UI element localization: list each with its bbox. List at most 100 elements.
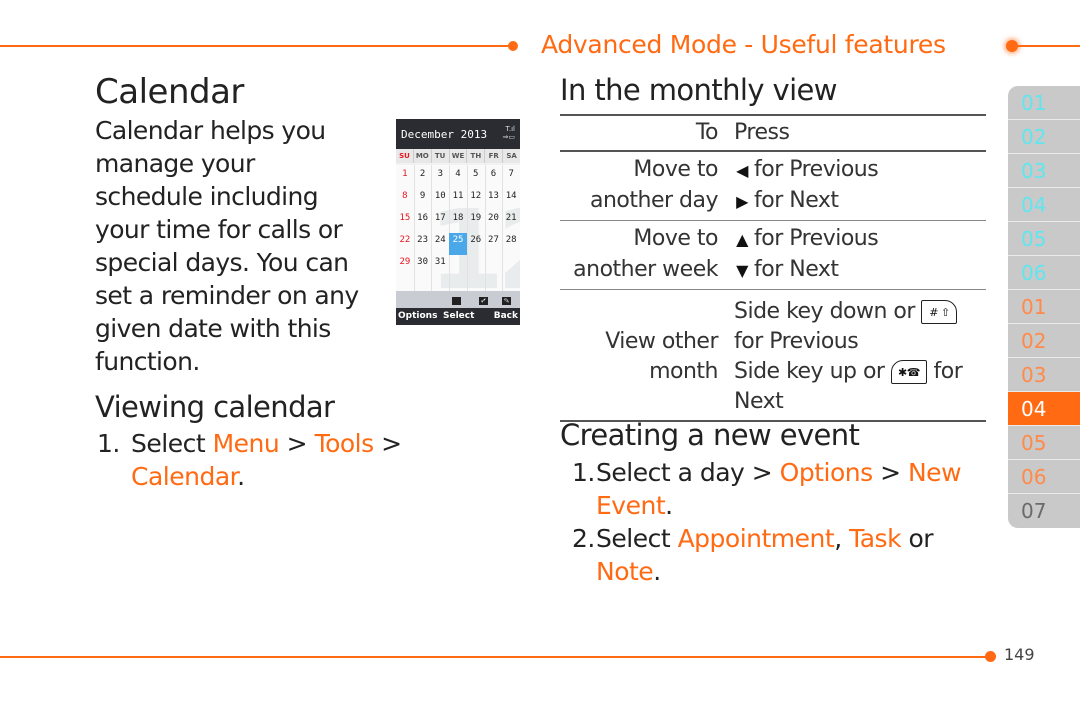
step-number: 2. <box>572 524 595 553</box>
intro-line: your time for calls or <box>95 215 343 244</box>
step-text: Select <box>596 524 678 553</box>
chapter-tab-01[interactable]: 01 <box>1008 290 1080 324</box>
chapter-tab-03[interactable]: 03 <box>1008 154 1080 188</box>
footer-dot-icon <box>985 651 996 662</box>
calendar-day: 11 <box>452 191 464 201</box>
calendar-day: 31 <box>434 257 446 267</box>
chapter-tab-07[interactable]: 07 <box>1008 494 1080 528</box>
calendar-day: 30 <box>417 257 428 267</box>
weekday: FR <box>485 149 504 163</box>
left-arrow-key-icon: ◀ <box>736 161 748 180</box>
right-arrow-key-icon: ▶ <box>736 192 748 211</box>
intro-line: special days. You can <box>95 248 349 277</box>
calendar-day: 24 <box>434 235 446 245</box>
chapter-tab-05[interactable]: 05 <box>1008 426 1080 460</box>
viewing-heading: Viewing calendar <box>95 390 335 424</box>
calendar-day: 17 <box>434 213 446 223</box>
to-line: month <box>649 359 718 384</box>
intro-line: function. <box>95 347 200 376</box>
page-title: Calendar <box>95 72 244 112</box>
calendar-day: 4 <box>455 169 461 179</box>
page-number: 149 <box>1004 645 1035 664</box>
calendar-day: 3 <box>437 169 443 179</box>
creating-heading: Creating a new event <box>560 418 860 452</box>
calendar-week-row: 22 23 24 25 26 27 28 <box>396 233 520 255</box>
softkey-back: Back <box>493 311 518 321</box>
chapter-tab-04[interactable]: 04 <box>1008 188 1080 222</box>
star-key-icon: ✱☎ <box>890 360 927 384</box>
press-text: for Next <box>754 257 839 282</box>
calendar-day: 6 <box>490 169 497 179</box>
weekday: SA <box>506 152 517 160</box>
calendar-day: 19 <box>470 213 482 223</box>
calendar-week-row: 8 9 10 11 12 13 14 <box>396 189 520 211</box>
separator: > <box>373 429 402 458</box>
chapter-tab-01[interactable]: 01 <box>1008 86 1080 120</box>
period: . <box>653 557 661 586</box>
calendar-day: 25 <box>449 233 467 255</box>
event-keyword: Event <box>596 491 666 520</box>
press-text: Side key up or <box>734 359 885 384</box>
tools-keyword: Tools <box>314 429 375 458</box>
calendar-day <box>467 255 485 277</box>
step-number: 1. <box>572 458 595 487</box>
calendar-day: 8 <box>402 191 408 201</box>
calendar-week-row: 15 16 17 18 19 20 21 <box>396 211 520 233</box>
to-line: View other <box>605 329 718 354</box>
press-text: for Previous <box>754 226 879 251</box>
header-dot-icon <box>508 41 518 51</box>
calendar-day <box>485 255 503 277</box>
calendar-day: 29 <box>399 257 411 267</box>
press-text: Next <box>734 389 784 414</box>
separator: > <box>279 429 315 458</box>
chapter-tab-06[interactable]: 06 <box>1008 256 1080 290</box>
intro-line: manage your <box>95 149 255 178</box>
table-row: View other month Side key down or # ⇧ fo… <box>560 290 986 420</box>
menu-keyword: Menu <box>212 429 280 458</box>
calendar-day: 10 <box>434 191 446 201</box>
chapter-tab-06[interactable]: 06 <box>1008 460 1080 494</box>
calendar-day: 2 <box>419 169 426 179</box>
intro-line: schedule including <box>95 182 319 211</box>
calendar-day <box>502 255 520 277</box>
header-rule-left <box>0 45 512 47</box>
weekday: TU <box>432 149 450 163</box>
separator: , <box>834 524 850 553</box>
calendar-day: 16 <box>417 213 428 223</box>
calendar-day: 22 <box>399 235 411 245</box>
to-text: another week <box>573 257 718 282</box>
calendar-day: 21 <box>505 213 517 223</box>
press-text: for <box>933 359 963 384</box>
calendar-day: 9 <box>419 191 426 201</box>
battery-icon: ⇒▭ <box>502 133 515 141</box>
calendar-day: 26 <box>470 235 482 245</box>
creating-step-2: 2.Select Appointment, Task or <box>572 522 982 555</box>
phone-softkeys: Options Select Back <box>396 308 520 325</box>
col-press: Press <box>734 120 790 145</box>
to-text: View other month <box>560 297 734 417</box>
count: 0 <box>479 297 485 306</box>
chapter-tab-02[interactable]: 02 <box>1008 324 1080 358</box>
monthly-view-heading: In the monthly view <box>560 73 838 107</box>
press-text: for Previous <box>734 329 859 354</box>
to-text: Move to <box>633 157 718 182</box>
chapter-tab-02[interactable]: 02 <box>1008 120 1080 154</box>
down-arrow-key-icon: ▼ <box>736 261 748 280</box>
calendar-day: 20 <box>488 213 499 223</box>
softkey-select: Select <box>443 311 475 321</box>
section-title: Advanced Mode - Useful features <box>541 30 946 59</box>
chapter-tab-05[interactable]: 05 <box>1008 222 1080 256</box>
calendar-day: 27 <box>488 235 499 245</box>
step-text: or <box>901 524 934 553</box>
appointment-keyword: Appointment <box>677 524 835 553</box>
phone-calendar-screenshot: December 2013 T.ıl ⇒▭ SU MO TU WE TH FR S… <box>396 119 520 325</box>
press-text: Side key down or <box>734 299 915 324</box>
chapter-tab-04[interactable]: 04 <box>1008 392 1080 426</box>
calendar-day: 7 <box>508 169 514 179</box>
press-text: for Previous <box>754 157 879 182</box>
chapter-tabs: 01 02 03 04 05 06 01 02 03 04 05 06 07 <box>1008 86 1080 528</box>
chapter-tab-03[interactable]: 03 <box>1008 358 1080 392</box>
calendar-day <box>449 255 467 277</box>
calendar-day: 5 <box>473 169 479 179</box>
calendar-day: 28 <box>505 235 517 245</box>
